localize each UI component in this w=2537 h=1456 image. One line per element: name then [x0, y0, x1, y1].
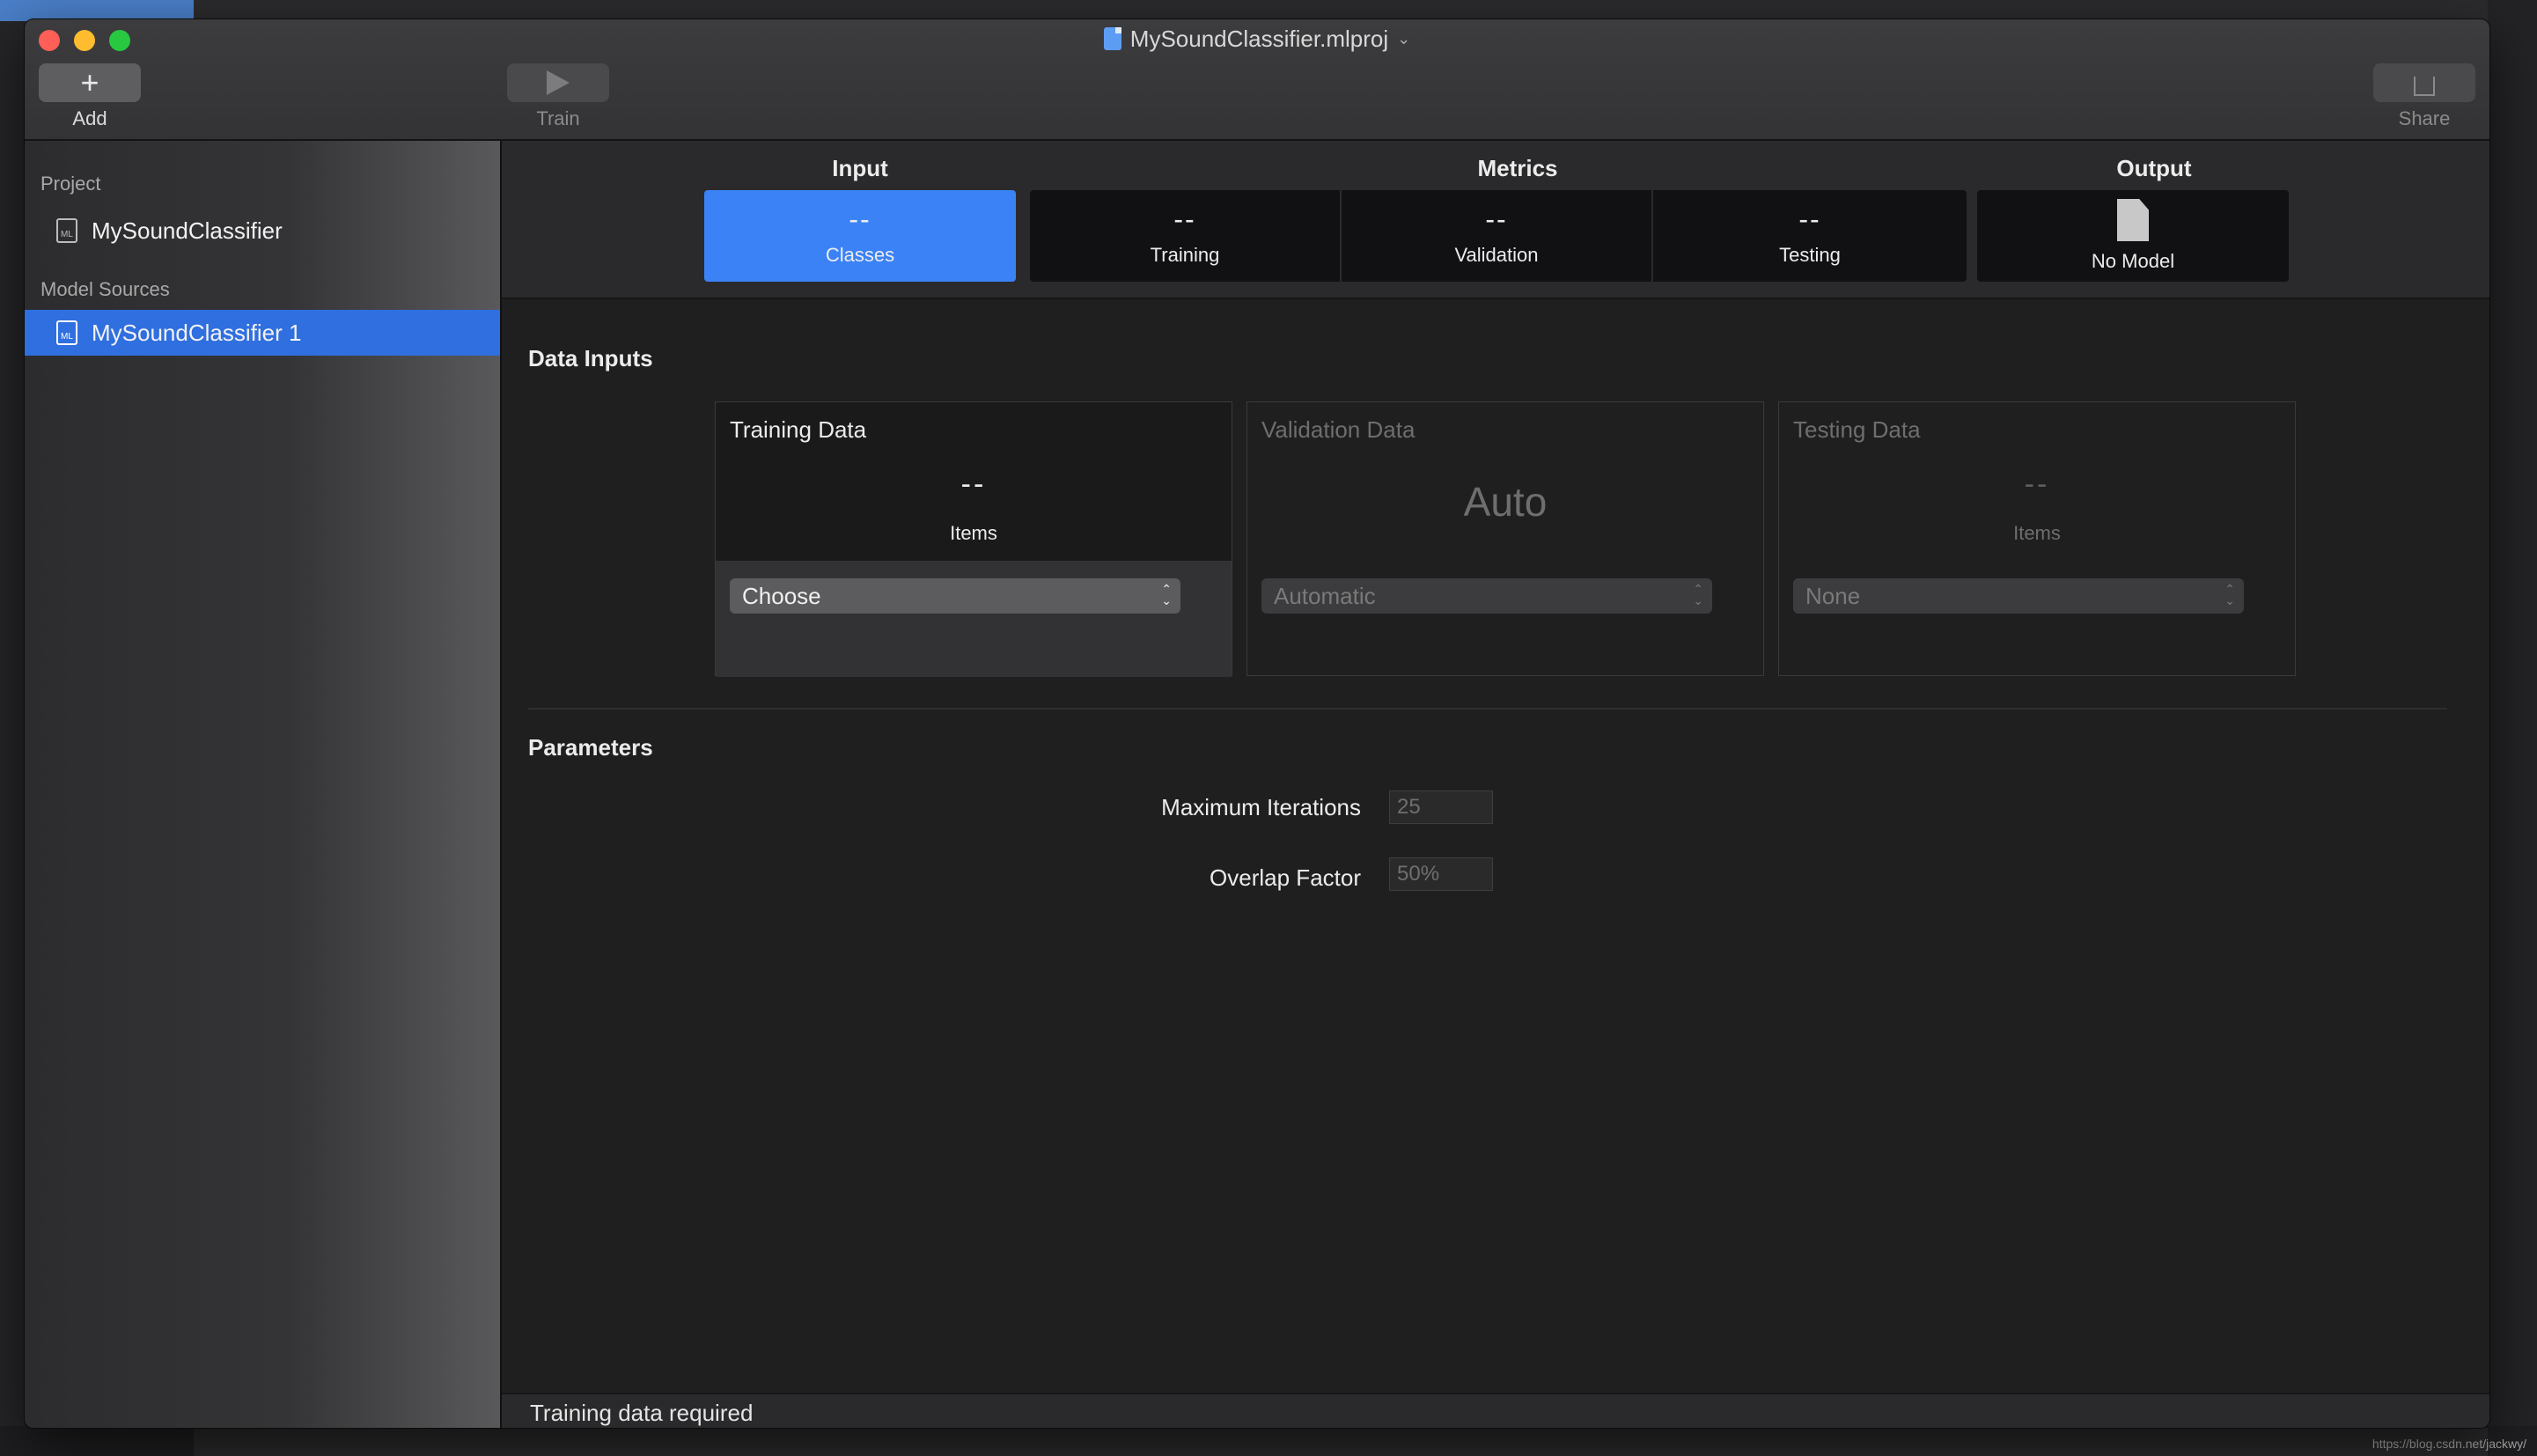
tab-classes-label: Classes: [825, 244, 895, 266]
background-highlight: [0, 0, 194, 21]
output-header: Output: [2116, 155, 2192, 181]
tab-testing[interactable]: -- Testing: [1653, 190, 1967, 282]
background-window-edge: [0, 0, 25, 1456]
tab-validation-label: Validation: [1454, 244, 1539, 266]
testing-data-footer: None ⌃ ⌄: [1779, 561, 2295, 677]
tab-testing-label: Testing: [1779, 244, 1841, 266]
testing-items-label: Items: [2013, 522, 2061, 544]
main-content: Input Metrics Output -- Classes -- Train…: [502, 141, 2489, 1428]
testing-metric: --: [1798, 203, 1821, 235]
tab-training-label: Training: [1150, 244, 1220, 266]
validation-auto-value: Auto: [1463, 479, 1548, 525]
select-arrows-icon: ⌃ ⌄: [2224, 582, 2235, 607]
tab-output[interactable]: No Model: [1977, 190, 2289, 282]
validation-data-select[interactable]: Automatic ⌃ ⌄: [1261, 578, 1712, 614]
play-icon: [547, 70, 570, 95]
tab-training[interactable]: -- Training: [1030, 190, 1340, 282]
sidebar: Project ML MySoundClassifier Model Sourc…: [25, 141, 502, 1428]
metrics-header: Metrics: [1477, 155, 1558, 181]
select-arrows-icon: ⌃ ⌄: [1693, 582, 1703, 607]
watermark: https://blog.csdn.net/jackwy/: [2372, 1437, 2526, 1451]
create-ml-window: MySoundClassifier.mlproj ⌄ + Add Train S…: [25, 19, 2489, 1428]
sidebar-item-label: MySoundClassifier 1: [92, 319, 302, 346]
document-icon: [1103, 27, 1121, 50]
stage-tabs: Input Metrics Output -- Classes -- Train…: [502, 141, 2489, 299]
ml-model-icon: ML: [56, 320, 77, 345]
add-button[interactable]: +: [39, 63, 141, 102]
chevron-down-icon: ⌄: [1397, 29, 1411, 48]
status-text: Training data required: [530, 1400, 754, 1426]
status-bar: Training data required: [502, 1393, 2489, 1428]
add-label: Add: [72, 107, 107, 129]
sidebar-header-model-sources: Model Sources: [40, 278, 170, 300]
titlebar: MySoundClassifier.mlproj ⌄ + Add Train S…: [25, 19, 2489, 141]
training-data-select-value: Choose: [742, 582, 821, 609]
testing-data-select[interactable]: None ⌃ ⌄: [1793, 578, 2244, 614]
sidebar-item-model-source[interactable]: ML MySoundClassifier 1: [25, 310, 500, 356]
training-items-label: Items: [950, 522, 997, 544]
validation-data-card[interactable]: Validation Data Auto Automatic ⌃ ⌄: [1246, 401, 1764, 676]
file-icon: [2117, 199, 2149, 241]
select-arrows-icon: ⌃ ⌄: [1161, 582, 1172, 607]
training-data-count: --: [960, 467, 987, 501]
classes-count: --: [849, 203, 871, 235]
window-title[interactable]: MySoundClassifier.mlproj ⌄: [25, 25, 2489, 53]
testing-data-count: --: [2024, 467, 2050, 501]
plus-icon: +: [80, 64, 99, 100]
training-data-footer: Choose ⌃ ⌄: [716, 561, 1232, 677]
train-label: Train: [536, 107, 580, 129]
validation-data-footer: Automatic ⌃ ⌄: [1247, 561, 1763, 677]
window-title-text: MySoundClassifier.mlproj: [1129, 25, 1389, 52]
testing-data-select-value: None: [1805, 582, 1861, 609]
validation-metric: --: [1485, 203, 1508, 235]
section-divider: [528, 708, 2447, 710]
overlap-factor-label: Overlap Factor: [1210, 864, 1361, 891]
ml-file-icon: ML: [56, 218, 77, 243]
sidebar-header-project: Project: [40, 173, 101, 195]
parameters-title: Parameters: [528, 734, 653, 761]
max-iterations-label: Maximum Iterations: [1161, 794, 1361, 820]
training-data-card[interactable]: Training Data -- Items Choose ⌃ ⌄: [715, 401, 1232, 677]
background-panel: [194, 1428, 2488, 1456]
training-data-title: Training Data: [730, 416, 867, 443]
sidebar-item-project[interactable]: ML MySoundClassifier: [25, 208, 500, 254]
share-label: Share: [2398, 107, 2451, 129]
share-icon: [2414, 77, 2435, 96]
training-data-select[interactable]: Choose ⌃ ⌄: [730, 578, 1180, 614]
data-inputs-title: Data Inputs: [528, 345, 653, 371]
validation-data-select-value: Automatic: [1274, 582, 1376, 609]
testing-data-title: Testing Data: [1793, 416, 1921, 443]
overlap-factor-field[interactable]: 50%: [1389, 857, 1493, 891]
background-window-edge-right: [2488, 0, 2537, 1456]
share-button[interactable]: [2373, 63, 2475, 102]
tab-validation[interactable]: -- Validation: [1342, 190, 1651, 282]
training-metric: --: [1173, 203, 1196, 235]
tab-classes[interactable]: -- Classes: [704, 190, 1016, 282]
max-iterations-field[interactable]: 25: [1389, 791, 1493, 824]
testing-data-card[interactable]: Testing Data -- Items None ⌃ ⌄: [1778, 401, 2296, 676]
validation-data-title: Validation Data: [1261, 416, 1416, 443]
input-header: Input: [832, 155, 888, 181]
tab-output-label: No Model: [2091, 250, 2175, 272]
sidebar-item-label: MySoundClassifier: [92, 217, 283, 244]
train-button[interactable]: [507, 63, 609, 102]
